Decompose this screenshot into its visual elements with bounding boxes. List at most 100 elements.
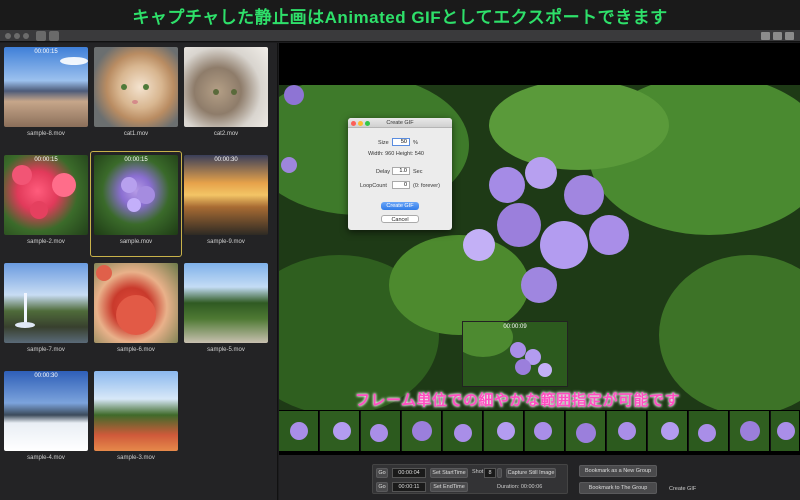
shot-label: Shot [472,469,484,475]
dialog-titlebar: Create GIF [348,118,452,128]
delay-unit: Sec [413,169,423,175]
thumbnail [184,155,268,235]
end-time-field[interactable]: 00:00:11 [392,482,426,492]
frame-preview: 00:00:09 [462,321,568,387]
window-controls[interactable] [5,33,29,39]
thumbnail [94,263,178,343]
shot-count-field[interactable]: 8 [484,468,496,478]
file-name: sample-6.mov [117,347,155,353]
library-item[interactable]: cat1.mov [94,47,178,137]
create-gif-label[interactable]: Create GIF [669,486,696,492]
loopcount-label: LoopCount [360,183,387,189]
thumbnail [4,155,88,235]
file-name: sample.mov [119,239,153,245]
thumbnail [4,47,88,127]
loopcount-input[interactable]: 0 [392,181,410,189]
filmstrip[interactable] [279,411,800,451]
layout-left-icon[interactable] [761,32,770,40]
library-item[interactable]: 00:00:30 sample-9.mov [184,155,268,245]
film-frame[interactable] [648,411,688,451]
size-input[interactable]: 50 [392,138,410,146]
loopcount-hint: (0: forever) [413,183,440,189]
close-icon[interactable] [351,120,356,126]
time-controls: Go 00:00:04 Set StartTime Shot 8 Capture… [279,455,800,500]
zoom-dot[interactable] [23,33,29,39]
size-label: Size [378,140,389,146]
library-item[interactable]: sample-6.mov [94,263,178,353]
layout-center-icon[interactable] [773,32,782,40]
shot-stepper[interactable] [497,468,502,478]
library-item[interactable]: sample-3.mov [94,371,178,461]
thumbnail [184,47,268,127]
delay-input[interactable]: 1.0 [392,167,410,175]
thumbnail [94,155,178,235]
create-gif-dialog: Create GIF Size 50 % Width: 960 Height: … [348,118,452,230]
library-item[interactable]: sample-5.mov [184,263,268,353]
thumbnail [94,371,178,451]
film-frame[interactable] [525,411,565,451]
minimize-icon[interactable] [358,120,363,126]
bookmark-to-group-button[interactable]: Bookmark to The Group [579,482,657,494]
range-panel: Go 00:00:04 Set StartTime Shot 8 Capture… [372,464,568,494]
bookmark-new-group-button[interactable]: Bookmark as a New Group [579,465,657,477]
set-start-time-button[interactable]: Set StartTime [430,468,468,478]
dialog-title: Create GIF [386,120,414,126]
thumbnail [4,263,88,343]
window-titlebar [0,30,800,42]
duration-label: 00:00:15 [34,157,58,163]
layout-right-icon[interactable] [785,32,794,40]
go-start-button[interactable]: Go [376,468,388,478]
film-frame[interactable] [771,411,800,451]
file-name: sample-4.mov [27,455,65,461]
file-name: sample-3.mov [117,455,155,461]
duration-label: Duration: 00:00:06 [497,484,543,490]
file-name: cat2.mov [213,131,239,137]
percent-label: % [413,140,418,146]
duration-label: 00:00:15 [34,49,58,55]
file-name: sample-9.mov [207,239,245,245]
close-dot[interactable] [5,33,11,39]
preview-time: 00:00:09 [503,324,527,330]
start-time-field[interactable]: 00:00:04 [392,468,426,478]
camera-icon[interactable] [49,31,59,41]
film-frame[interactable] [320,411,360,451]
set-end-time-button[interactable]: Set EndTime [430,482,468,492]
duration-label: 00:00:30 [34,373,58,379]
film-frame[interactable] [443,411,483,451]
pencil-icon[interactable] [36,31,46,41]
film-frame[interactable] [402,411,442,451]
cancel-button[interactable]: Cancel [381,215,419,223]
film-frame[interactable] [279,411,319,451]
minimize-dot[interactable] [14,33,20,39]
duration-label: 00:00:30 [214,157,238,163]
file-name: sample-7.mov [27,347,65,353]
file-name: sample-5.mov [207,347,245,353]
film-frame[interactable] [689,411,729,451]
zoom-icon[interactable] [365,120,370,126]
duration-label: 00:00:15 [124,157,148,163]
library-item[interactable]: cat2.mov [184,47,268,137]
capture-still-button[interactable]: Capture Still Image [506,468,556,478]
film-frame[interactable] [607,411,647,451]
create-gif-button[interactable]: Create GIF [381,202,419,210]
library-item-selected[interactable]: 00:00:15 sample.mov [94,155,178,245]
film-frame[interactable] [484,411,524,451]
film-frame[interactable] [566,411,606,451]
thumbnail [184,263,268,343]
layout-toggle[interactable] [761,32,794,40]
library-item[interactable]: 00:00:30 sample-4.mov [4,371,88,461]
thumbnail [94,47,178,127]
banner: キャプチャした静止画はAnimated GIFとしてエクスポートできます [0,0,800,30]
feature-caption: フレーム単位での細やかな範囲指定が可能です [355,392,681,409]
thumbnail [4,371,88,451]
delay-label: Delay [376,169,391,175]
go-end-button[interactable]: Go [376,482,388,492]
film-frame[interactable] [730,411,770,451]
file-name: sample-2.mov [27,239,65,245]
library-item[interactable]: 00:00:15 sample-8.mov [4,47,88,137]
film-frame[interactable] [361,411,401,451]
file-name: cat1.mov [123,131,149,137]
library-item[interactable]: sample-7.mov [4,263,88,353]
library-item[interactable]: 00:00:15 sample-2.mov [4,155,88,245]
file-name: sample-8.mov [27,131,65,137]
